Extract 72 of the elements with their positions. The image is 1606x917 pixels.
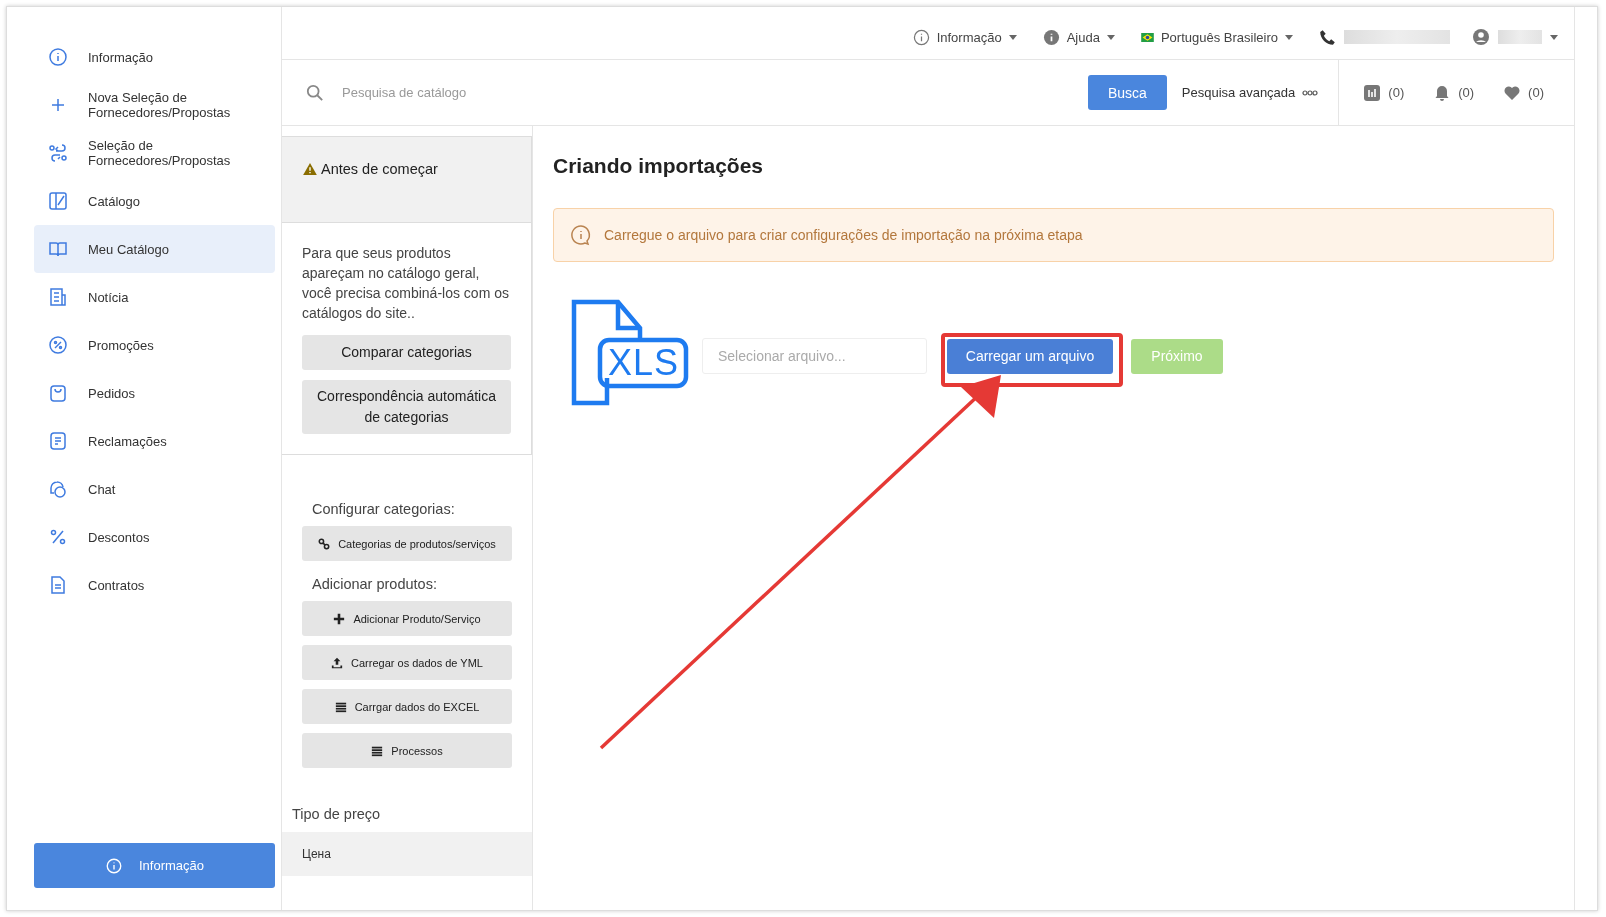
- file-field[interactable]: Selecionar arquivo...: [702, 338, 927, 374]
- section-heading: Tipo de preço: [291, 805, 382, 824]
- bag-icon: [48, 383, 68, 403]
- action-button[interactable]: Adicionar Produto/Serviço: [302, 601, 512, 636]
- sidebar-item[interactable]: Catálogo: [34, 177, 275, 225]
- catalog-icon: [48, 191, 68, 211]
- user-icon: [1472, 28, 1490, 46]
- section-heading: Adicionar produtos:: [311, 576, 438, 592]
- action-button[interactable]: Categorias de produtos/serviços: [302, 526, 512, 561]
- list-icon: [334, 700, 347, 713]
- list-icon: [371, 744, 384, 757]
- note-icon: [48, 431, 68, 451]
- flag-icon: [1140, 32, 1154, 42]
- link-icon: [318, 537, 331, 550]
- sidebar-item[interactable]: Meu Catálogo: [34, 225, 275, 273]
- info-icon: [912, 28, 930, 46]
- caret-icon: [1285, 34, 1293, 40]
- action-button[interactable]: Carrgar dados do EXCEL: [302, 689, 512, 724]
- percent-badge-icon: [48, 335, 68, 355]
- info-icon: [48, 47, 68, 67]
- page-title: Criando importações: [553, 154, 765, 178]
- search-button[interactable]: Busca: [1087, 75, 1167, 110]
- caret-icon: [1008, 34, 1017, 40]
- section-heading: Configurar categorias:: [311, 501, 456, 517]
- newspaper-icon: [48, 287, 68, 307]
- info-icon: [1042, 28, 1060, 46]
- sidebar-item[interactable]: Informação: [34, 33, 275, 81]
- percent-icon: [48, 527, 68, 547]
- action-button[interactable]: Processos: [302, 733, 512, 768]
- chat-icon: [48, 479, 68, 499]
- sidebar-item[interactable]: Reclamações: [34, 417, 275, 465]
- action-button[interactable]: Carregar os dados de YML: [302, 645, 512, 680]
- counter-button[interactable]: (0): [1504, 84, 1544, 101]
- top-menu[interactable]: Ajuda: [1042, 28, 1115, 46]
- sidebar-item[interactable]: Pedidos: [34, 369, 275, 417]
- info-button[interactable]: Informação: [34, 843, 275, 888]
- card-title: Antes de começar: [321, 160, 438, 177]
- heart-icon: [1504, 84, 1521, 101]
- bell-icon: [1434, 84, 1451, 101]
- sidebar-item[interactable]: Notícia: [34, 273, 275, 321]
- upload-icon: [331, 656, 344, 669]
- phone-icon: [1319, 28, 1336, 46]
- top-menu[interactable]: Português Brasileiro: [1140, 29, 1293, 45]
- plus-icon: [333, 612, 346, 625]
- more-icon: [1302, 89, 1319, 96]
- sidebar-item[interactable]: Promoções: [34, 321, 275, 369]
- document-icon: [48, 575, 68, 595]
- caret-icon: [1106, 34, 1115, 40]
- sidebar-item[interactable]: Descontos: [34, 513, 275, 561]
- blurred-user-name: [1498, 30, 1542, 44]
- price-type-item[interactable]: Цена: [282, 832, 532, 876]
- sidebar-item[interactable]: Contratos: [34, 561, 275, 609]
- sidebar-item[interactable]: Nova Seleção de Fornecedores/Propostas: [34, 81, 275, 129]
- top-menu[interactable]: Informação: [912, 28, 1017, 46]
- swap-arrows-icon: [48, 143, 68, 163]
- info-icon: [104, 856, 123, 875]
- card-text: Para que seus produtos apareçam no catálogo geral, você precisa combiná-los com os catálogos do site..: [302, 244, 510, 323]
- warning-icon: [303, 162, 317, 175]
- caret-icon: [1550, 34, 1558, 40]
- counter-button[interactable]: (0): [1364, 84, 1405, 101]
- category-button[interactable]: Correspondência automática de categorias: [302, 380, 511, 434]
- category-button[interactable]: Comparar categorias: [302, 335, 511, 370]
- notice-text: Carregue o arquivo para criar configurações de importação na próxima etapa: [604, 227, 1083, 243]
- sidebar-item[interactable]: Seleção de Fornecedores/Propostas: [34, 129, 275, 177]
- info-icon: [570, 224, 592, 246]
- advanced-search-link[interactable]: Pesquisa avançada: [1181, 85, 1296, 100]
- upload-button[interactable]: Carregar um arquivo: [947, 338, 1113, 374]
- sidebar-item[interactable]: Chat: [34, 465, 275, 513]
- bar-chart-icon: [1364, 84, 1381, 101]
- book-icon: [48, 239, 68, 259]
- search-icon: [306, 83, 324, 102]
- counter-button[interactable]: (0): [1434, 84, 1475, 101]
